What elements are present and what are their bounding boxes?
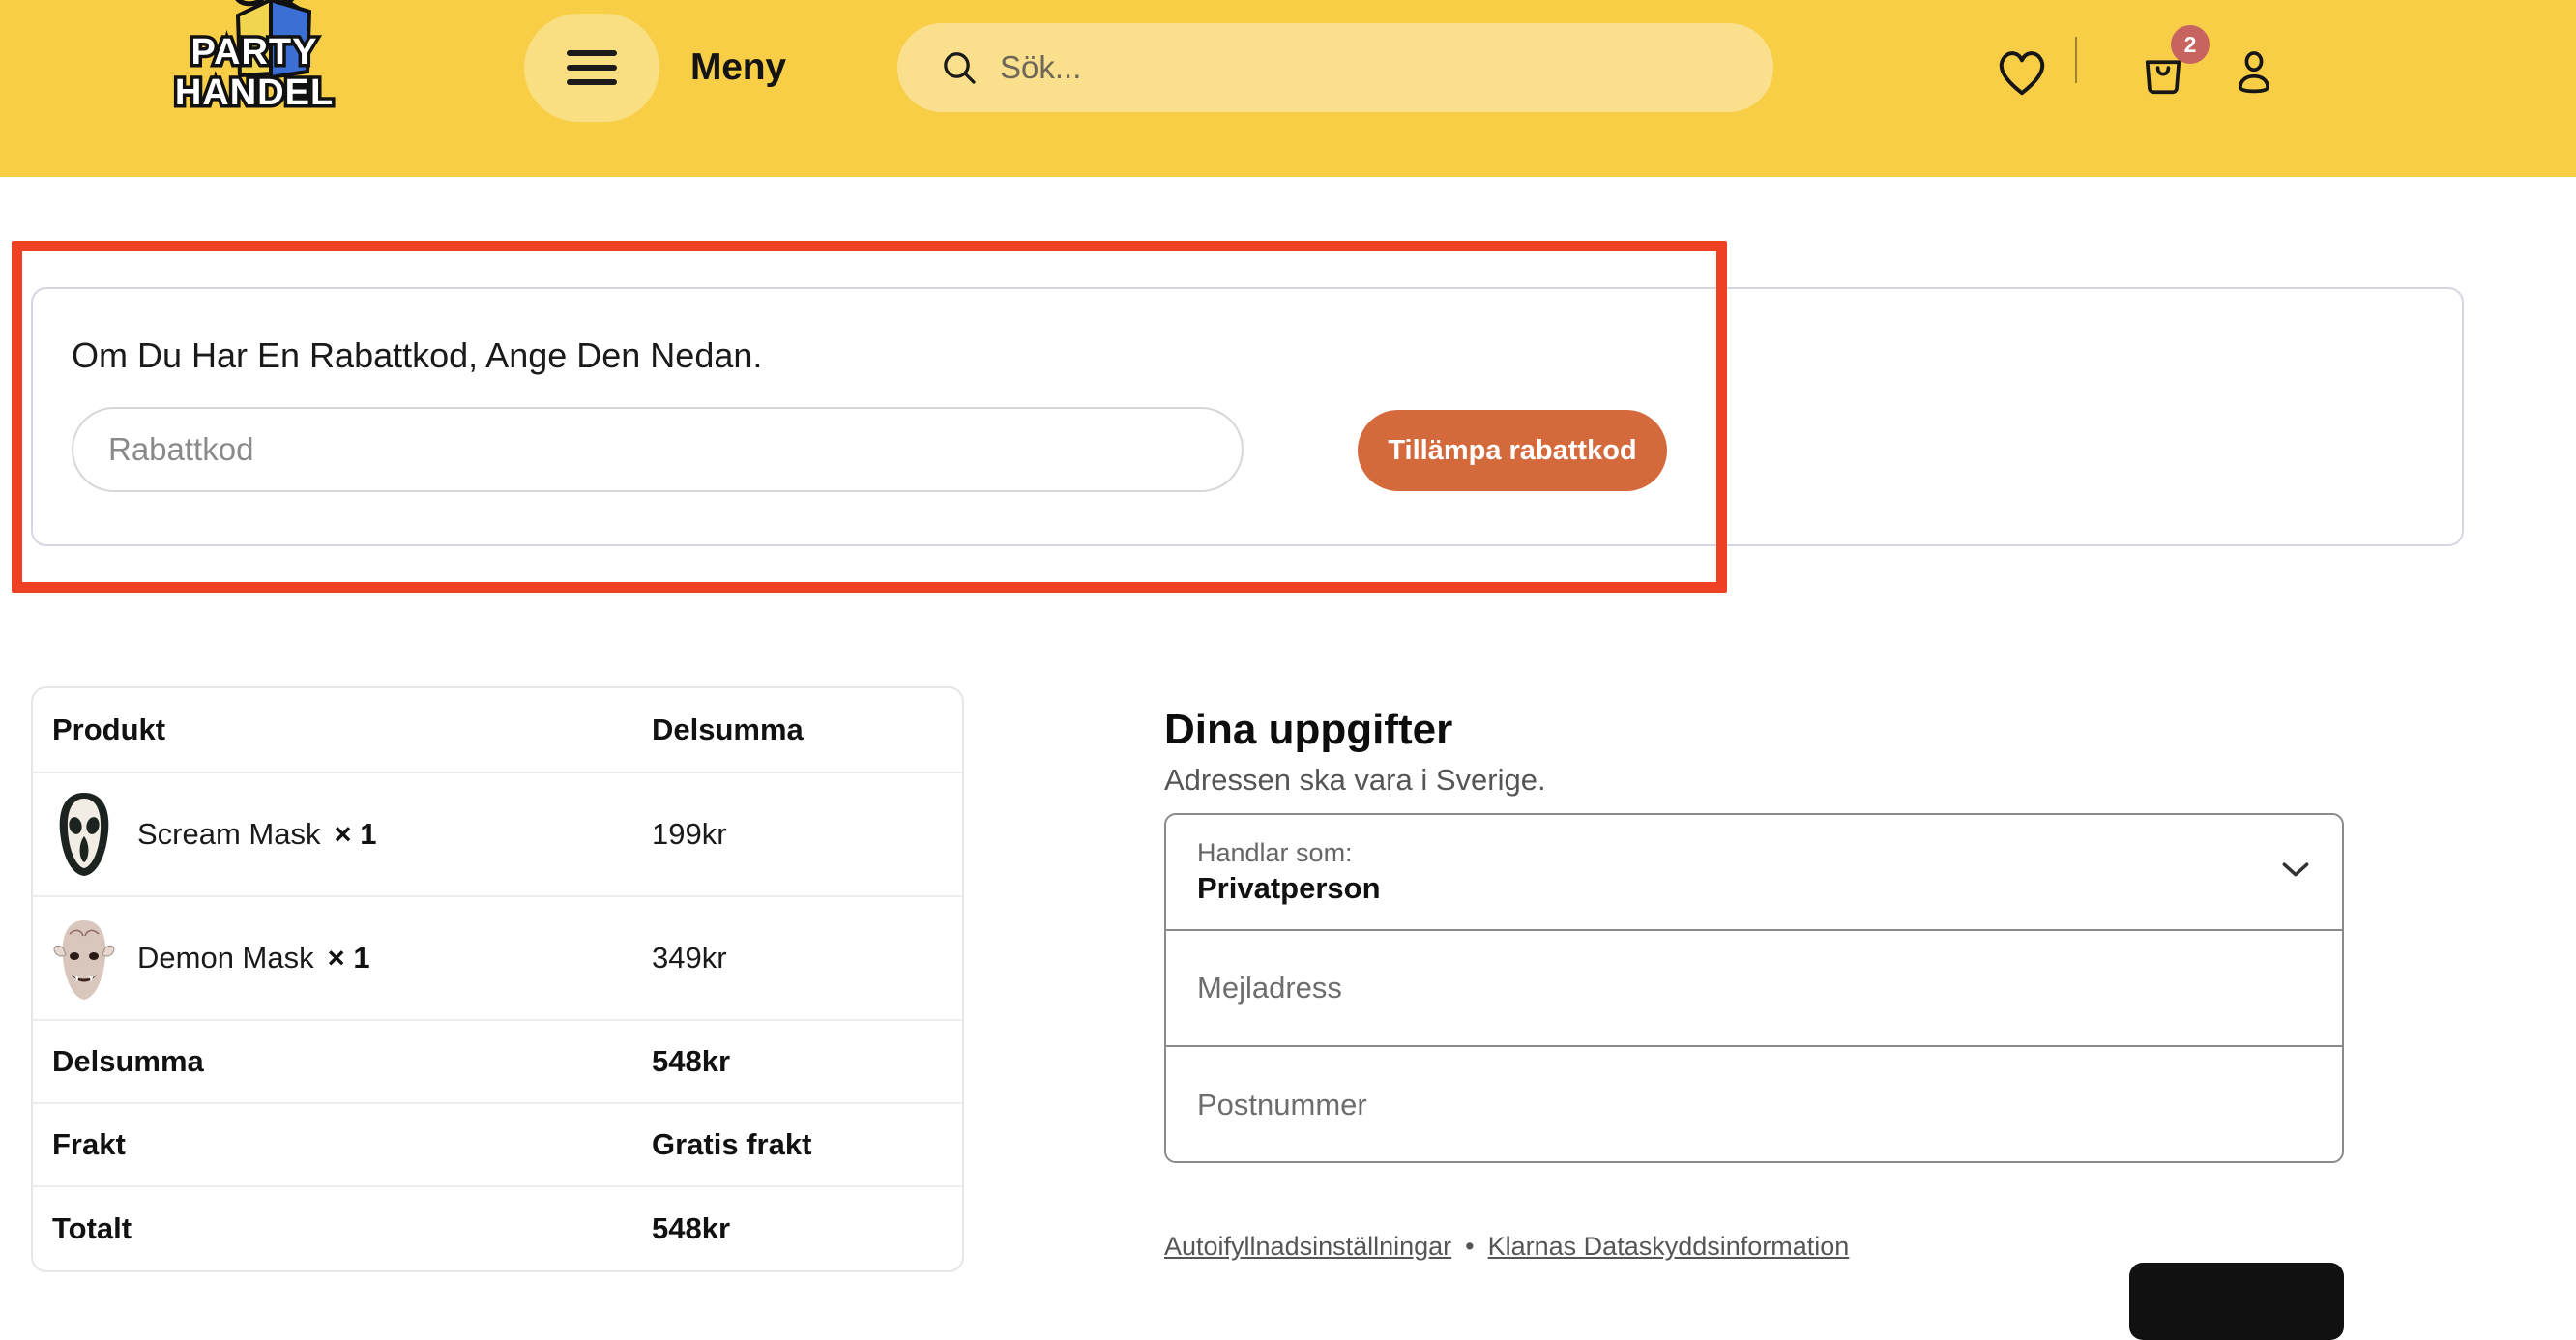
subtotal-value: 548kr <box>652 1044 731 1078</box>
search-input[interactable]: Sök... <box>1000 49 1081 86</box>
site-logo[interactable]: PARTY HANDEL <box>162 0 346 133</box>
details-title: Dina uppgifter <box>1164 706 1453 753</box>
logo-text-handel: HANDEL <box>175 73 334 113</box>
privacy-info-link[interactable]: Klarnas Dataskyddsinformation <box>1488 1232 1850 1262</box>
item-subtotal: 199kr <box>652 817 727 851</box>
scream-mask-thumb <box>59 793 109 876</box>
pay-button[interactable] <box>2129 1263 2344 1340</box>
autofill-settings-link[interactable]: Autoifyllnadsinställningar <box>1164 1232 1451 1262</box>
order-summary-table: Produkt Delsumma Scream Mask × 1 199kr D… <box>31 686 964 1272</box>
postal-code-field[interactable]: Postnummer <box>1166 1047 2342 1161</box>
subtotal-row: Delsumma 548kr <box>33 1021 962 1104</box>
search-icon <box>944 52 976 84</box>
logo-text-party: PARTY <box>191 32 318 73</box>
email-placeholder: Mejladress <box>1197 971 1342 1005</box>
search-box[interactable]: Sök... <box>897 23 1773 112</box>
shipping-value: Gratis frakt <box>652 1127 812 1161</box>
menu-button[interactable] <box>524 14 659 122</box>
heart-icon <box>1999 51 2045 96</box>
shipping-row: Frakt Gratis frakt <box>33 1104 962 1187</box>
item-name: Scream Mask <box>137 817 321 851</box>
account-button[interactable] <box>2216 34 2292 109</box>
cart-badge: 2 <box>2171 25 2210 64</box>
demon-mask-thumb <box>53 920 115 1000</box>
item-quantity: × 1 <box>334 817 377 851</box>
user-icon <box>2239 51 2269 94</box>
table-row: Demon Mask × 1 349kr <box>33 897 962 1021</box>
wishlist-button[interactable] <box>1984 34 2060 109</box>
shipping-label: Frakt <box>52 1127 126 1161</box>
column-header-product: Produkt <box>52 713 166 746</box>
apply-coupon-button[interactable]: Tillämpa rabattkod <box>1358 410 1667 491</box>
link-separator: • <box>1465 1232 1475 1261</box>
customer-type-value: Privatperson <box>1197 870 1381 905</box>
klarna-footer-links: Autoifyllnadsinställningar • Klarnas Dat… <box>1164 1232 1849 1262</box>
menu-label[interactable]: Meny <box>690 46 786 89</box>
site-header: PARTY HANDEL Meny Sök... 2 <box>0 0 2576 177</box>
column-header-subtotal: Delsumma <box>652 713 804 746</box>
subtotal-label: Delsumma <box>52 1044 204 1078</box>
total-value: 548kr <box>652 1211 731 1245</box>
table-row: Scream Mask × 1 199kr <box>33 773 962 897</box>
chevron-down-icon <box>2282 862 2309 877</box>
coupon-title: Om Du Har En Rabattkod, Ange Den Nedan. <box>72 335 763 375</box>
details-subtitle: Adressen ska vara i Sverige. <box>1164 763 1546 797</box>
email-field[interactable]: Mejladress <box>1166 931 2342 1047</box>
header-divider <box>2075 37 2077 83</box>
total-row: Totalt 548kr <box>33 1187 962 1270</box>
coupon-code-input[interactable] <box>72 407 1244 492</box>
total-label: Totalt <box>52 1211 132 1245</box>
table-header-row: Produkt Delsumma <box>33 688 962 773</box>
customer-details-form: Handlar som: Privatperson Mejladress Pos… <box>1164 813 2344 1163</box>
item-subtotal: 349kr <box>652 941 727 975</box>
customer-type-label: Handlar som: <box>1197 837 1353 867</box>
item-name: Demon Mask <box>137 941 314 975</box>
item-quantity: × 1 <box>327 941 370 975</box>
hamburger-icon <box>567 50 617 85</box>
postal-placeholder: Postnummer <box>1197 1088 1367 1122</box>
coupon-card: Om Du Har En Rabattkod, Ange Den Nedan. … <box>31 287 2464 546</box>
customer-type-select[interactable]: Handlar som: Privatperson <box>1166 815 2342 931</box>
